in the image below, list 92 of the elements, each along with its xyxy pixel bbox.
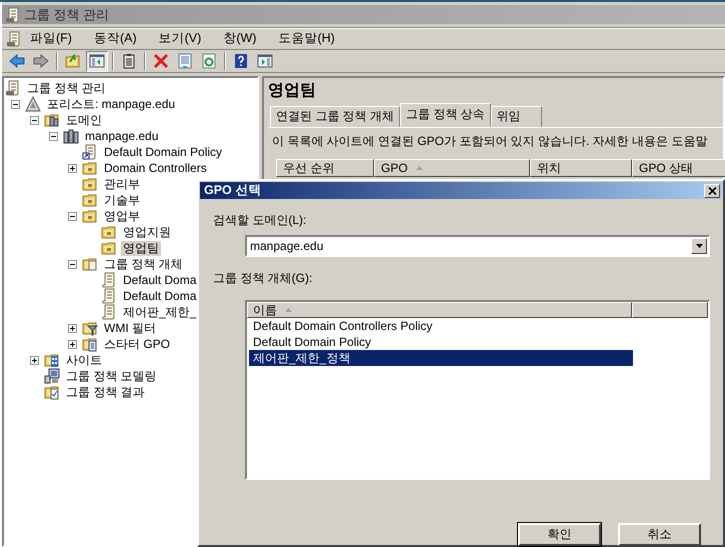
tree-item[interactable]: 포리스트: manpage.edu: [45, 96, 178, 112]
triangle-icon: [25, 96, 41, 112]
pane-icon: [89, 53, 105, 69]
pane-icon: [257, 53, 273, 69]
expand-toggle[interactable]: [68, 212, 77, 220]
shortcut-scroll-icon: [82, 144, 98, 160]
tab[interactable]: 그룹 정책 상속: [400, 103, 491, 127]
tree-item[interactable]: 기술부: [102, 192, 142, 208]
folder-icon: [101, 240, 117, 256]
column-header[interactable]: 위치: [530, 159, 632, 177]
dropdown-button[interactable]: [691, 238, 707, 254]
domain-dropdown[interactable]: manpage.edu: [245, 235, 710, 257]
field-label: 검색할 도메인(L):: [213, 212, 308, 228]
funnel-folder-icon: [82, 320, 98, 336]
forward-arrow-icon: [33, 53, 49, 69]
document-folder-icon: [82, 336, 98, 352]
server-icon: [63, 128, 79, 144]
window-title: 그룹 정책 관리: [24, 6, 110, 24]
menu-item[interactable]: 창(W): [215, 30, 264, 47]
toolbar-button[interactable]: [86, 50, 108, 72]
tree-item[interactable]: 그룹 정책 모델링: [64, 368, 159, 384]
expand-toggle[interactable]: [30, 356, 39, 364]
help-icon: [233, 53, 249, 69]
list-item[interactable]: 제어판_제한_정책: [249, 350, 633, 366]
ok-button[interactable]: 확인: [518, 523, 601, 546]
delete-icon: [153, 53, 169, 69]
tree-item[interactable]: 영업팀: [121, 240, 161, 256]
refresh-icon: [201, 53, 217, 69]
properties-icon: [177, 53, 193, 69]
tree-item[interactable]: 사이트: [64, 352, 104, 368]
column-header[interactable]: GPO 상태: [632, 159, 725, 177]
expand-toggle[interactable]: [68, 324, 77, 332]
menu-item[interactable]: 보기(V): [150, 30, 210, 47]
folder-icon: [82, 192, 98, 208]
tree-item[interactable]: Default Doma: [121, 288, 198, 304]
close-button[interactable]: [704, 184, 720, 198]
menu-item[interactable]: 도움말(H): [270, 30, 343, 47]
building-folder-icon: [44, 352, 60, 368]
column-header[interactable]: 우선 순위: [276, 159, 374, 177]
expand-toggle[interactable]: [68, 260, 77, 268]
info-message: 이 목록에 사이트에 연결된 GPO가 포함되어 있지 않습니다. 자세한 내용은 도움말: [272, 133, 708, 150]
tree-item[interactable]: 그룹 정책 개체: [102, 256, 185, 272]
column-header[interactable]: 이름: [247, 302, 632, 318]
panel-title: 영업팀: [268, 81, 317, 100]
tree-item[interactable]: 영업부: [102, 208, 142, 224]
tree-item[interactable]: Default Doma: [121, 272, 198, 288]
cancel-button[interactable]: 취소: [618, 523, 701, 546]
dialog-title: GPO 선택: [204, 182, 262, 199]
computer-icon: [44, 368, 60, 384]
tab[interactable]: 위임: [490, 106, 542, 127]
scroll-folder-icon: [82, 256, 98, 272]
tree-item[interactable]: 영업지원: [121, 224, 173, 240]
tree-item[interactable]: Default Domain Policy: [102, 144, 224, 160]
app-icon: [5, 6, 21, 22]
tree-item[interactable]: 그룹 정책 관리: [25, 80, 108, 96]
caret-icon: [696, 244, 702, 248]
tree-item[interactable]: 관리부: [102, 176, 142, 192]
expand-toggle[interactable]: [68, 164, 77, 172]
expand-toggle[interactable]: [49, 132, 58, 140]
expand-toggle[interactable]: [68, 340, 77, 348]
tree-item[interactable]: 제어판_제한_: [121, 304, 198, 320]
expand-toggle[interactable]: [30, 116, 39, 124]
folder-icon: [82, 208, 98, 224]
expand-toggle[interactable]: [11, 100, 20, 108]
tree-item[interactable]: 도메인: [64, 112, 104, 128]
column-header[interactable]: GPO: [374, 159, 530, 177]
tree-item[interactable]: 그룹 정책 결과: [64, 384, 147, 400]
close-icon: [708, 186, 716, 194]
scroll-icon: [101, 288, 117, 304]
app-icon: [6, 30, 22, 46]
checklist-folder-icon: [44, 384, 60, 400]
menu-item[interactable]: 파일(F): [22, 30, 80, 47]
server-folder-icon: [44, 112, 60, 128]
folder-icon: [101, 224, 117, 240]
sort-arrow-icon: [285, 308, 292, 312]
tree-item[interactable]: WMI 필터: [102, 320, 158, 336]
list-item[interactable]: Default Domain Policy: [249, 334, 633, 350]
menu-item[interactable]: 동작(A): [86, 30, 145, 47]
tree-item[interactable]: Domain Controllers: [102, 160, 209, 176]
scroll-icon: [101, 272, 117, 288]
folder-icon: [82, 176, 98, 192]
tree-item[interactable]: manpage.edu: [83, 128, 160, 144]
scroll-icon: [101, 304, 117, 320]
list-label: 그룹 정책 개체(G):: [213, 270, 314, 286]
clipboard-icon: [121, 53, 137, 69]
tree-item[interactable]: 스타터 GPO: [102, 336, 172, 352]
folder-icon: [82, 160, 98, 176]
scroll-icon: [5, 80, 21, 96]
list-item[interactable]: Default Domain Controllers Policy: [249, 318, 633, 334]
sort-arrow-icon: [416, 166, 423, 170]
folder-up-icon: [65, 53, 81, 69]
back-arrow-icon: [9, 53, 25, 69]
